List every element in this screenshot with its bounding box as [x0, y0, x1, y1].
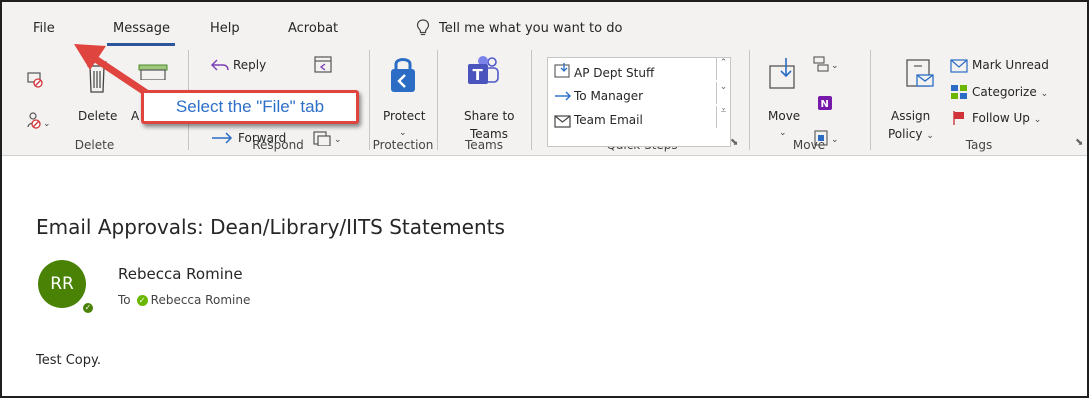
- teams-group: T Share to Teams Teams: [438, 46, 530, 156]
- teams-group-label: Teams: [465, 138, 503, 152]
- protection-group-label: Protection: [372, 138, 434, 152]
- recipient-name[interactable]: Rebecca Romine: [151, 293, 251, 307]
- outlook-window: File Message Help Acrobat Tell me what y…: [0, 0, 1089, 398]
- message-body: Test Copy.: [36, 353, 101, 368]
- quick-steps-gallery: AP Dept Stuff To Manager Team Email: [547, 57, 731, 147]
- quick-step-to-manager[interactable]: To Manager: [574, 89, 643, 103]
- recipient-available-icon: ✓: [136, 295, 148, 306]
- tell-me-search[interactable]: Tell me what you want to do: [439, 21, 622, 36]
- message-subject: Email Approvals: Dean/Library/IITS State…: [36, 215, 505, 239]
- move-group: Move ⌄ ⌄ N ⌄ Move: [750, 46, 868, 156]
- quick-steps-launcher-icon[interactable]: ⬊: [730, 137, 738, 148]
- onenote-icon[interactable]: N: [817, 95, 833, 111]
- tab-acrobat[interactable]: Acrobat: [288, 21, 338, 36]
- quick-step-ap-dept-stuff[interactable]: AP Dept Stuff: [574, 66, 654, 80]
- ribbon-tab-bar: File Message Help Acrobat Tell me what y…: [2, 2, 1087, 46]
- share-to-teams-button[interactable]: Share to: [464, 109, 515, 123]
- lightbulb-icon: [416, 19, 430, 36]
- svg-text:N: N: [821, 99, 829, 110]
- tags-group-label: Tags: [965, 138, 993, 152]
- svg-text:⌄: ⌄: [831, 61, 839, 71]
- meeting-reply-icon[interactable]: [313, 54, 333, 74]
- junk-icon[interactable]: ⌄: [26, 110, 50, 130]
- to-label: To: [118, 293, 131, 307]
- assign-policy-icon[interactable]: [905, 58, 935, 88]
- flag-icon: [953, 111, 964, 125]
- move-group-label: Move: [792, 138, 826, 152]
- archive-icon[interactable]: [138, 64, 168, 80]
- reply-button[interactable]: Reply: [233, 58, 266, 72]
- folder-move-icon: [554, 63, 570, 78]
- quick-steps-scroll-up-icon[interactable]: ⌃: [716, 58, 730, 80]
- protect-button[interactable]: Protect: [383, 109, 425, 123]
- svg-text:T: T: [473, 66, 484, 84]
- delete-button[interactable]: Delete: [78, 109, 117, 123]
- quick-steps-more-icon[interactable]: ⩡: [716, 106, 730, 128]
- follow-up-label: Follow Up: [972, 111, 1030, 125]
- quick-step-team-email[interactable]: Team Email: [574, 113, 643, 127]
- reply-icon[interactable]: [211, 58, 229, 72]
- svg-text:⌄: ⌄: [43, 119, 50, 129]
- presence-available-icon: ✓: [81, 301, 95, 315]
- delete-trash-icon[interactable]: [85, 60, 109, 96]
- protection-group: Protect ⌄ Protection: [370, 46, 436, 156]
- respond-group-label: Respond: [252, 138, 304, 152]
- ignore-icon[interactable]: [26, 70, 44, 88]
- tab-help[interactable]: Help: [210, 21, 240, 36]
- sender-name[interactable]: Rebecca Romine: [118, 265, 243, 283]
- categorize-icon: [951, 85, 967, 99]
- mark-unread-button[interactable]: Mark Unread: [972, 58, 1049, 72]
- delete-group-label: Delete: [74, 138, 115, 152]
- protect-lock-icon[interactable]: [388, 54, 418, 94]
- recipient-line: To ✓ Rebecca Romine: [118, 293, 250, 307]
- protect-dropdown-icon[interactable]: ⌄: [399, 128, 407, 138]
- tab-message[interactable]: Message: [113, 21, 170, 36]
- tab-file[interactable]: File: [33, 21, 55, 36]
- mark-unread-icon: [950, 59, 968, 73]
- rules-icon[interactable]: ⌄: [813, 56, 839, 72]
- tags-group: Assign Policy ⌄ Mark Unread Categorize ⌄…: [871, 46, 1087, 156]
- move-icon[interactable]: [768, 56, 798, 90]
- assign-policy-button[interactable]: Assign: [891, 109, 930, 123]
- tags-launcher-icon[interactable]: ⬊: [1075, 137, 1083, 148]
- team-email-icon: [554, 115, 571, 128]
- categorize-button[interactable]: Categorize ⌄: [972, 85, 1048, 99]
- annotation-callout: Select the "File" tab: [141, 90, 359, 124]
- avatar[interactable]: RR: [38, 260, 86, 308]
- follow-up-button[interactable]: Follow Up ⌄: [972, 111, 1041, 125]
- chevron-down-icon: ⌄: [1033, 115, 1042, 125]
- chevron-down-icon: ⌄: [1040, 89, 1049, 99]
- move-dropdown-icon[interactable]: ⌄: [779, 128, 787, 138]
- teams-icon[interactable]: T: [466, 54, 500, 88]
- archive-button[interactable]: A: [131, 109, 139, 123]
- quick-steps-scroll-down-icon[interactable]: ⌄: [716, 82, 730, 104]
- move-button[interactable]: Move: [768, 109, 800, 123]
- forward-to-manager-icon: [555, 91, 571, 101]
- categorize-label: Categorize: [972, 85, 1037, 99]
